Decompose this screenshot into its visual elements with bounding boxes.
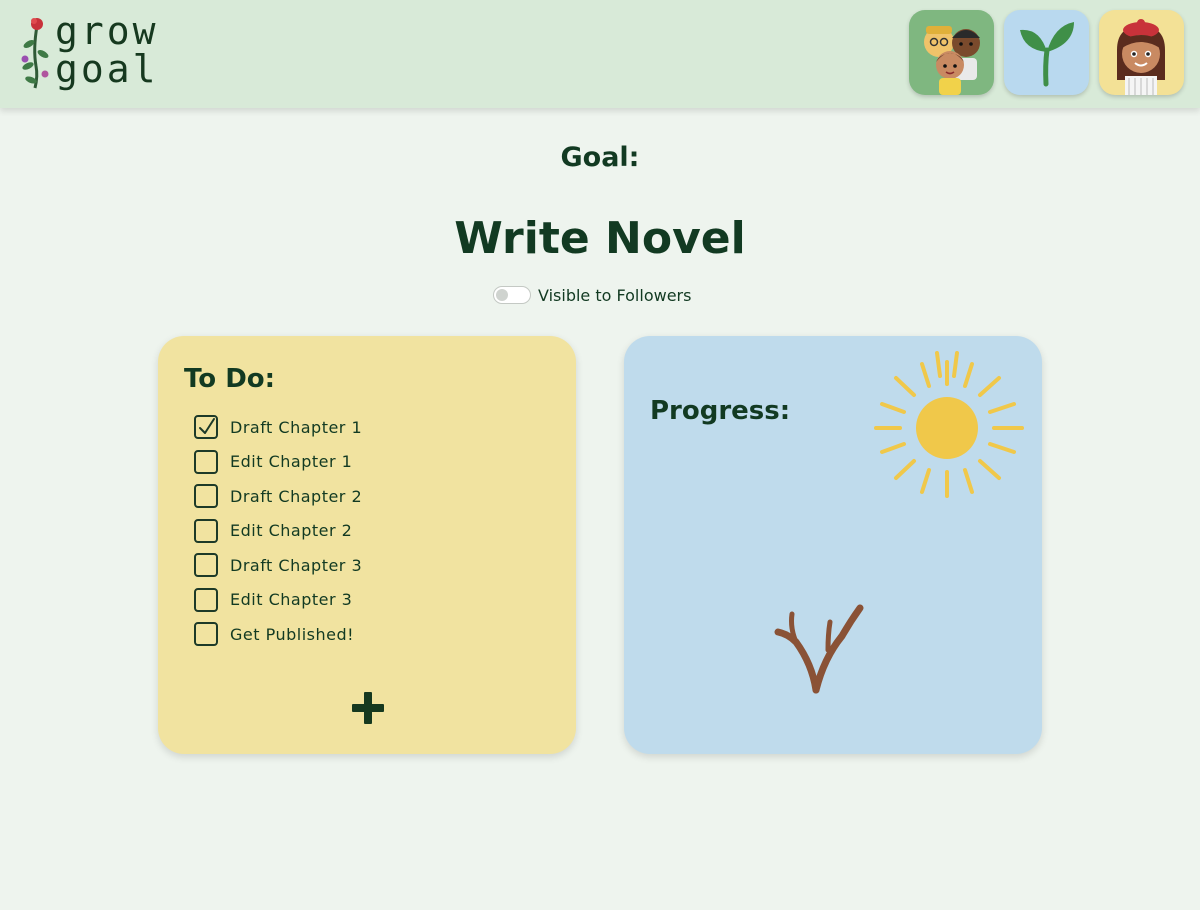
todo-item: Edit Chapter 2 [194, 514, 362, 549]
todo-item: Get Published! [194, 617, 362, 652]
todo-item: Draft Chapter 2 [194, 479, 362, 514]
checkmark-icon [199, 418, 215, 435]
visibility-toggle[interactable] [493, 286, 531, 304]
goal-title: Write Novel [454, 213, 746, 264]
visibility-label: Visible to Followers [538, 285, 692, 305]
todo-item: Edit Chapter 1 [194, 445, 362, 480]
app-logo[interactable]: grow goal [18, 12, 178, 92]
profile-nav-button[interactable] [1099, 10, 1184, 95]
todo-checkbox[interactable] [194, 484, 218, 509]
plus-icon [352, 692, 384, 724]
todo-checkbox[interactable] [194, 553, 218, 578]
todo-checkbox[interactable] [194, 518, 218, 543]
app-name: grow goal [55, 12, 159, 88]
friends-nav-button[interactable] [909, 10, 994, 95]
todo-label: Draft Chapter 1 [230, 417, 363, 437]
progress-card: Progress: [624, 336, 1042, 754]
flower-logo-icon [21, 18, 49, 89]
todo-checkbox[interactable] [194, 587, 218, 612]
todo-label: Edit Chapter 1 [230, 452, 353, 472]
todo-list: Draft Chapter 1 Edit Chapter 1 Draft Cha… [194, 410, 362, 652]
user-avatar-icon [1117, 19, 1165, 95]
todo-label: Draft Chapter 2 [230, 486, 363, 506]
sprout-icon [1020, 22, 1074, 87]
app-header: grow goal [0, 0, 1200, 108]
app-name-line2: goal [55, 47, 159, 91]
goals-nav-button[interactable] [1004, 10, 1089, 95]
sun-icon [874, 351, 1024, 498]
friends-group-icon [924, 26, 980, 95]
toggle-knob [496, 289, 508, 301]
todo-label: Edit Chapter 3 [230, 590, 353, 610]
todo-label: Edit Chapter 2 [230, 521, 353, 541]
todo-label: Draft Chapter 3 [230, 555, 363, 575]
todo-title: To Do: [184, 364, 276, 394]
todo-card: To Do: Draft Chapter 1 Edit Chapter 1 Dr… [158, 336, 576, 754]
todo-checkbox-checked[interactable] [194, 415, 218, 440]
app-name-line1: grow [55, 9, 159, 53]
add-task-button[interactable] [350, 690, 386, 726]
todo-checkbox[interactable] [194, 622, 218, 647]
sapling-twig-icon [774, 604, 864, 694]
progress-title: Progress: [650, 396, 791, 426]
todo-item: Draft Chapter 1 [194, 410, 362, 445]
todo-checkbox[interactable] [194, 449, 218, 474]
todo-item: Edit Chapter 3 [194, 583, 362, 618]
visibility-setting: Visible to Followers [493, 284, 691, 306]
todo-label: Get Published! [230, 624, 355, 644]
todo-item: Draft Chapter 3 [194, 548, 362, 583]
goal-label: Goal: [560, 142, 640, 173]
